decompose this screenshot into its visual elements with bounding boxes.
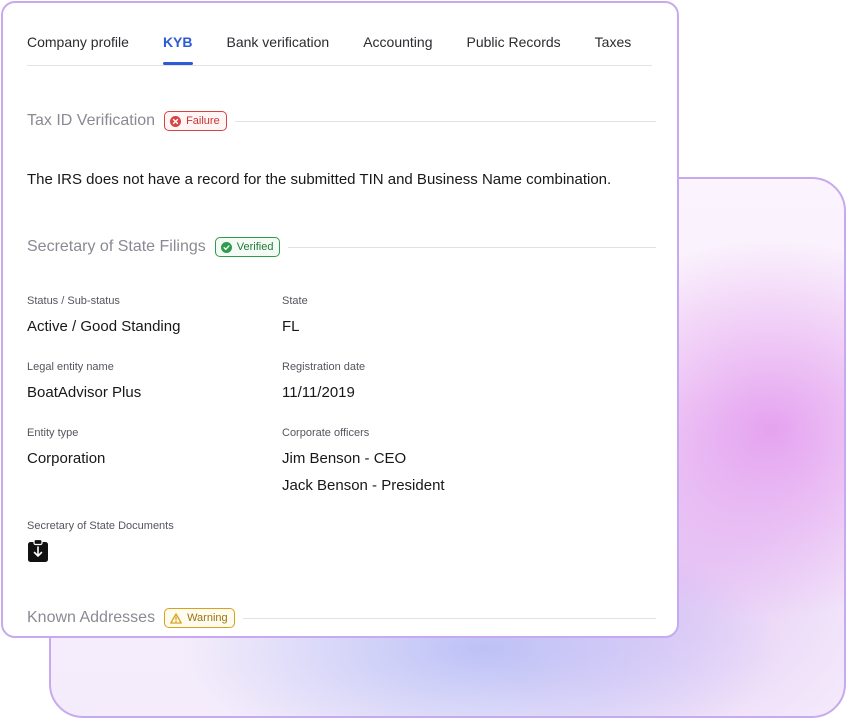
registration-date-label: Registration date: [282, 361, 366, 373]
x-circle-icon: [170, 115, 182, 127]
kyb-card: Company profile KYB Bank verification Ac…: [1, 1, 679, 638]
legal-name-label: Legal entity name: [27, 361, 114, 373]
status-value: Active / Good Standing: [27, 318, 181, 335]
sos-section-header: Secretary of State Filings Verified: [27, 237, 656, 257]
sos-title: Secretary of State Filings: [27, 238, 206, 255]
warning-triangle-icon: [170, 612, 182, 624]
registration-date-value: 11/11/2019: [282, 384, 355, 401]
sos-documents-label: Secretary of State Documents: [27, 520, 174, 532]
status-label: Status / Sub-status: [27, 295, 120, 307]
tab-public-records[interactable]: Public Records: [467, 25, 561, 64]
check-circle-icon: [220, 241, 232, 253]
tab-bar: Company profile KYB Bank verification Ac…: [27, 25, 652, 66]
warning-badge-label: Warning: [187, 612, 228, 624]
warning-badge: Warning: [164, 608, 235, 628]
tax-id-message: The IRS does not have a record for the s…: [27, 171, 612, 188]
state-value: FL: [282, 318, 300, 335]
failure-badge-label: Failure: [186, 115, 220, 127]
officer-item: Jim Benson - CEO: [282, 450, 407, 467]
tab-bank-verification[interactable]: Bank verification: [227, 25, 330, 64]
corporate-officers-label: Corporate officers: [282, 427, 370, 439]
tab-kyb[interactable]: KYB: [162, 25, 193, 65]
tab-company-profile[interactable]: Company profile: [27, 25, 129, 64]
legal-name-value: BoatAdvisor Plus: [27, 384, 142, 401]
verified-badge-label: Verified: [236, 241, 274, 253]
tax-id-section-header: Tax ID Verification Failure: [27, 111, 656, 131]
officer-item: Jack Benson - President: [282, 477, 445, 494]
verified-badge: Verified: [214, 237, 281, 257]
section-divider: [288, 246, 656, 248]
stage: Company profile KYB Bank verification Ac…: [0, 0, 848, 720]
tab-accounting[interactable]: Accounting: [363, 25, 432, 64]
section-divider: [242, 617, 656, 619]
failure-badge: Failure: [164, 111, 227, 131]
entity-type-value: Corporation: [27, 450, 106, 467]
addresses-section-header: Known Addresses Warning: [27, 608, 656, 628]
tax-id-title: Tax ID Verification: [27, 112, 156, 129]
entity-type-label: Entity type: [27, 427, 79, 439]
state-label: State: [282, 295, 308, 307]
clipboard-download-icon[interactable]: [27, 538, 49, 563]
section-divider: [234, 120, 656, 122]
addresses-title: Known Addresses: [27, 609, 156, 626]
tab-taxes[interactable]: Taxes: [595, 25, 632, 64]
